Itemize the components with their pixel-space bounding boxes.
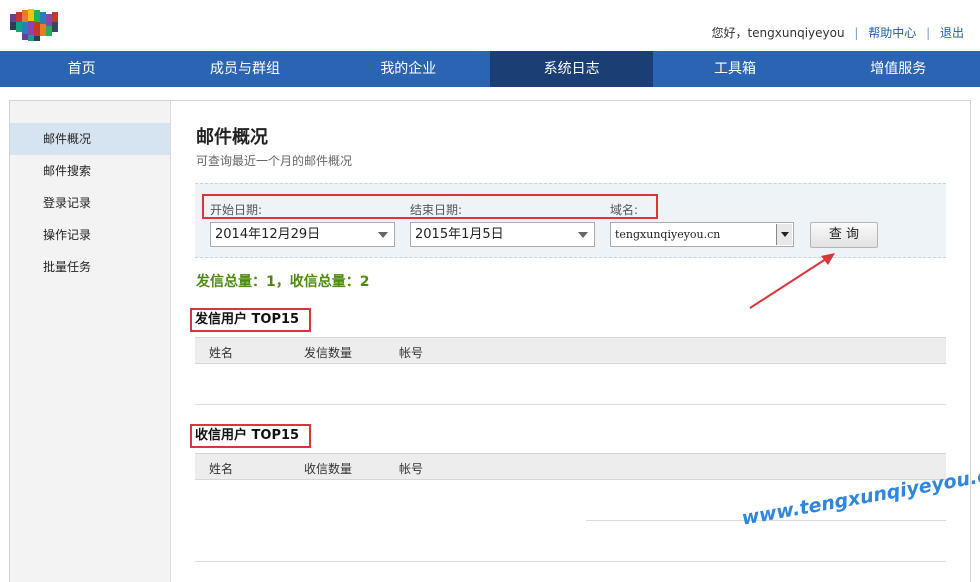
- dropdown-arrow-icon[interactable]: [776, 224, 792, 245]
- sidebar-item-mail-overview[interactable]: 邮件概况: [10, 123, 170, 155]
- start-date-label: 开始日期:: [210, 203, 263, 217]
- sent-table-title: 发信用户 TOP15: [190, 308, 311, 332]
- sent-table-header: 姓名 发信数量 帐号: [195, 337, 946, 364]
- received-table-title: 收信用户 TOP15: [190, 424, 311, 448]
- annotation-arrow-icon: [749, 253, 835, 309]
- end-date-label: 结束日期:: [410, 203, 463, 217]
- nav-item-system-log[interactable]: 系统日志: [489, 51, 654, 87]
- help-center-link[interactable]: 帮助中心: [868, 26, 916, 40]
- chevron-down-icon: [378, 232, 388, 238]
- end-date-select[interactable]: 2015年1月5日: [410, 222, 595, 247]
- separator: |: [854, 26, 859, 40]
- sidebar-item-batch-tasks[interactable]: 批量任务: [10, 251, 170, 283]
- column-header-received-count: 收信数量: [304, 462, 353, 476]
- sidebar-item-mail-search[interactable]: 邮件搜索: [10, 155, 170, 187]
- column-header-account: 帐号: [399, 346, 424, 360]
- sidebar: 邮件概况 邮件搜索 登录记录 操作记录 批量任务: [10, 101, 171, 582]
- nav-item-value-added[interactable]: 增值服务: [817, 51, 980, 87]
- column-header-name: 姓名: [209, 462, 234, 476]
- domain-label: 域名:: [610, 203, 639, 217]
- start-date-select[interactable]: 2014年12月29日: [210, 222, 395, 247]
- nav-item-my-enterprise[interactable]: 我的企业: [327, 51, 490, 87]
- received-table-header: 姓名 收信数量 帐号: [195, 453, 946, 480]
- logout-link[interactable]: 退出: [940, 26, 964, 40]
- filter-labels-highlight: 开始日期: 结束日期: 域名:: [202, 194, 658, 219]
- domain-select[interactable]: tengxunqiyeyou.cn: [610, 222, 794, 247]
- table-divider: [195, 404, 946, 405]
- sidebar-item-login-records[interactable]: 登录记录: [10, 187, 170, 219]
- page-subtitle: 可查询最近一个月的邮件概况: [196, 154, 353, 168]
- separator: |: [926, 26, 931, 40]
- column-header-sent-count: 发信数量: [304, 346, 353, 360]
- nav-item-members-groups[interactable]: 成员与群组: [163, 51, 326, 87]
- start-date-value: 2014年12月29日: [215, 227, 321, 242]
- column-header-name: 姓名: [209, 346, 234, 360]
- nav-item-home[interactable]: 首页: [0, 51, 163, 87]
- brand-logo-icon[interactable]: [8, 4, 66, 44]
- column-header-account: 帐号: [399, 462, 424, 476]
- user-bar: 您好，tengxunqiyeyou | 帮助中心 | 退出: [711, 24, 964, 41]
- table-divider: [195, 561, 946, 562]
- nav-item-toolbox[interactable]: 工具箱: [653, 51, 816, 87]
- domain-value: tengxunqiyeyou.cn: [615, 228, 721, 241]
- end-date-value: 2015年1月5日: [415, 227, 504, 242]
- mail-totals: 发信总量：1，收信总量：2: [196, 274, 370, 290]
- sidebar-item-operation-records[interactable]: 操作记录: [10, 219, 170, 251]
- top-bar: 您好，tengxunqiyeyou | 帮助中心 | 退出: [0, 0, 980, 51]
- greeting-text: 您好，tengxunqiyeyou: [711, 26, 845, 40]
- main-nav: 首页 成员与群组 我的企业 系统日志 工具箱 增值服务: [0, 51, 980, 87]
- page-title: 邮件概况: [196, 127, 268, 148]
- chevron-down-icon: [578, 232, 588, 238]
